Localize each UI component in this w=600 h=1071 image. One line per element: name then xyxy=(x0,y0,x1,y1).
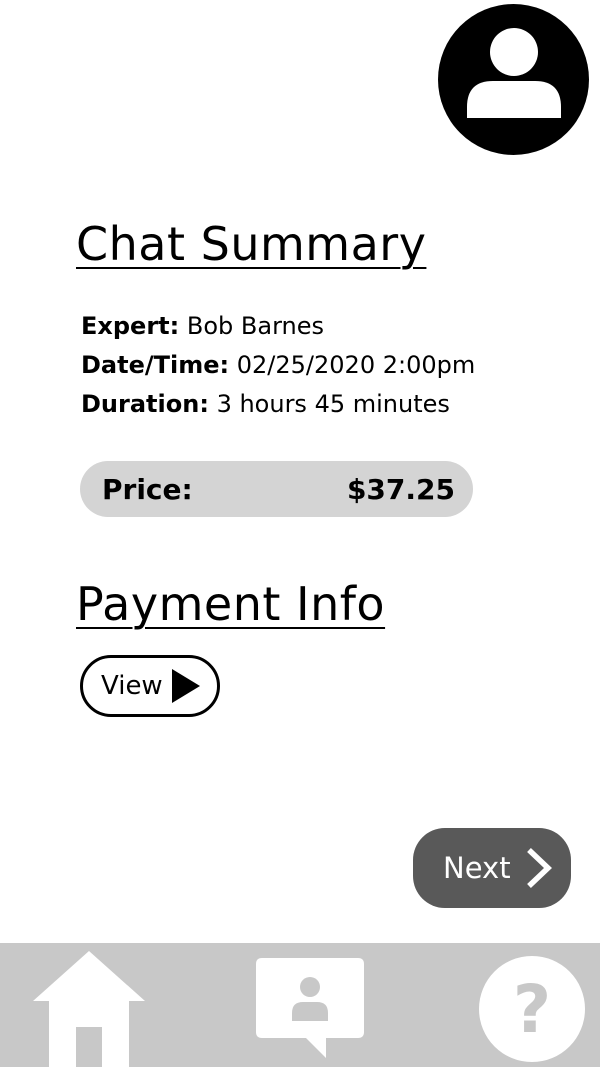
chat-details: Expert: Bob Barnes Date/Time: 02/25/2020… xyxy=(81,307,475,424)
datetime-row: Date/Time: 02/25/2020 2:00pm xyxy=(81,346,475,385)
expert-row: Expert: Bob Barnes xyxy=(81,307,475,346)
chevron-right-icon xyxy=(526,848,552,888)
home-icon xyxy=(33,951,145,1067)
view-payment-button[interactable]: View xyxy=(80,655,220,717)
duration-label: Duration: xyxy=(81,390,209,418)
expert-value: Bob Barnes xyxy=(186,312,324,340)
view-label: View xyxy=(101,671,163,701)
profile-button[interactable] xyxy=(438,4,589,155)
nav-help[interactable]: ? xyxy=(478,955,586,1067)
datetime-label: Date/Time: xyxy=(81,351,230,379)
price-badge: Price: $37.25 xyxy=(80,461,473,517)
nav-chat-expert[interactable] xyxy=(256,958,364,1064)
chat-expert-icon xyxy=(256,958,364,1058)
expert-label: Expert: xyxy=(81,312,180,340)
nav-home[interactable] xyxy=(30,949,148,1071)
help-icon: ? xyxy=(479,956,585,1062)
next-label: Next xyxy=(443,851,511,885)
svg-text:?: ? xyxy=(513,971,551,1048)
price-value: $37.25 xyxy=(346,472,455,506)
user-avatar-icon xyxy=(467,28,561,118)
price-label: Price: xyxy=(102,472,193,506)
duration-value: 3 hours 45 minutes xyxy=(216,390,450,418)
datetime-value: 02/25/2020 2:00pm xyxy=(236,351,476,379)
bottom-nav: ? xyxy=(0,943,600,1067)
chat-summary-title: Chat Summary xyxy=(76,217,427,271)
duration-row: Duration: 3 hours 45 minutes xyxy=(81,385,475,424)
play-arrow-icon xyxy=(171,669,200,703)
next-button[interactable]: Next xyxy=(413,828,571,908)
payment-info-title: Payment Info xyxy=(76,577,386,631)
